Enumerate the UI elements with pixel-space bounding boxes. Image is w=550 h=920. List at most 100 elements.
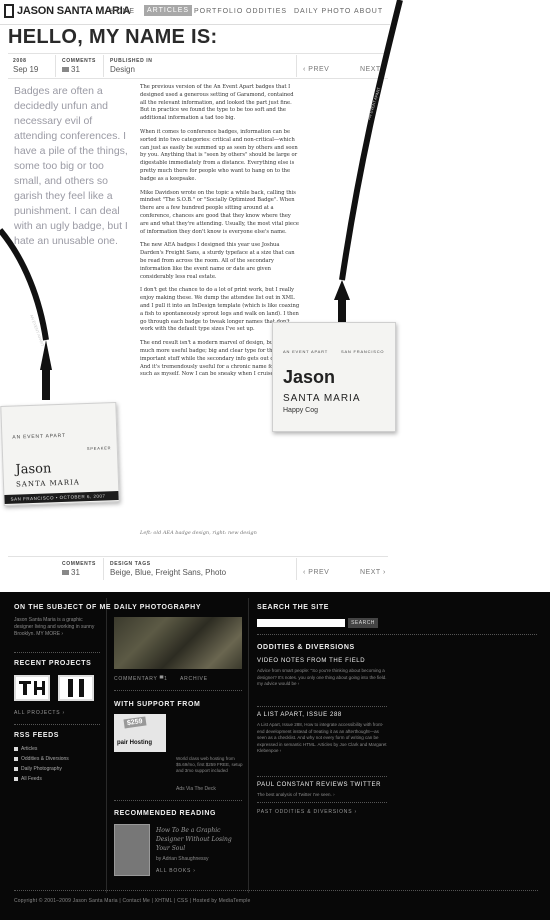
oddity-title[interactable]: PAUL CONSTANT REVIEWS TWITTER [257, 782, 381, 788]
category-link[interactable]: Design [110, 65, 135, 74]
old-badge-last-name: SANTA MARIA [15, 478, 80, 489]
oddity-text: A List Apart, Issue 288, How to integrat… [257, 722, 387, 753]
oddity-text: Advice from smart people: "So you're thi… [257, 668, 387, 686]
book-title[interactable]: How To Be a Graphic Designer Without Los… [156, 826, 242, 853]
footer-divider [257, 634, 537, 635]
new-badge-first-name: Jason [283, 367, 336, 387]
footer-divider [257, 802, 387, 803]
foot-comments-label: COMMENTS [62, 561, 96, 567]
foot-meta-divider [8, 556, 388, 557]
rss-feed-item[interactable]: Oddities & Diversions [14, 756, 69, 762]
footer-divider [257, 706, 387, 707]
nav-oddities[interactable]: ODDITIES [246, 8, 287, 15]
site-footer [0, 592, 550, 920]
new-badge-last-name: SANTA MARIA [283, 393, 361, 404]
old-badge-lanyard: AN EVENT APART [0, 228, 52, 400]
old-badge-strip: SAN FRANCISCO • OCTOBER 6, 2007 [4, 490, 119, 504]
page-title: HELLO, MY NAME IS: [8, 26, 218, 48]
new-badge-lanyard: AN EVENT APART [334, 0, 403, 324]
old-badge: AN EVENT APART SPEAKER Jason SANTA MARIA… [0, 402, 120, 506]
paragraph: When it comes to conference badges, info… [140, 128, 298, 182]
foot-next-link[interactable]: NEXT › [360, 569, 386, 576]
foot-prev-link[interactable]: ‹ PREV [303, 569, 329, 576]
search-button[interactable]: SEARCH [348, 618, 378, 628]
tags-label: DESIGN TAGS [110, 561, 151, 567]
rss-feed-item[interactable]: All Feeds [14, 776, 42, 782]
all-books-link[interactable]: ALL BOOKS › [156, 868, 196, 874]
meta-separator [103, 558, 104, 580]
search-input[interactable] [257, 619, 345, 627]
new-badge-event: AN EVENT APART [283, 349, 328, 354]
rss-feed-item[interactable]: Daily Photography [14, 766, 62, 772]
support-heading: WITH SUPPORT FROM [114, 701, 201, 708]
logo-mark-icon[interactable] [4, 4, 14, 18]
new-badge-org: Happy Cog [283, 407, 319, 414]
footer-divider [114, 690, 242, 691]
columns-logo-icon [68, 679, 84, 697]
comment-icon [62, 570, 69, 576]
subject-heading: ON THE SUBJECT OF ME [14, 604, 112, 611]
rss-icon [14, 746, 18, 751]
image-caption: Left: old AEA badge design, right: new d… [140, 530, 257, 536]
old-badge-role: SPEAKER [86, 445, 112, 452]
meta-separator [103, 55, 104, 77]
comment-count: 31 [71, 65, 80, 74]
all-projects-link[interactable]: ALL PROJECTS › [14, 710, 65, 716]
oddity-text: The best analysis of Twitter I've seen. … [257, 792, 335, 797]
published-label: PUBLISHED IN [110, 58, 153, 64]
rss-icon [14, 756, 18, 761]
foot-comment-count: 31 [71, 568, 80, 577]
rss-icon [14, 776, 18, 781]
nav-portfolio[interactable]: PORTFOLIO [194, 8, 243, 15]
footer-divider [257, 776, 387, 777]
comments-label: COMMENTS [62, 58, 96, 64]
daily-photo-image[interactable] [114, 617, 242, 669]
paragraph: The new AEA badges I designed this year … [140, 242, 295, 280]
footer-divider [14, 890, 538, 891]
commentary-link[interactable]: COMMENTARY ▀1 [114, 676, 168, 682]
nav-home[interactable]: HOME [110, 8, 135, 15]
meta-separator [296, 558, 297, 580]
comments-link[interactable]: 31 [62, 65, 80, 74]
projects-heading: RECENT PROJECTS [14, 660, 92, 667]
foot-comments-link[interactable]: 31 [62, 568, 80, 577]
subject-text: Jason Santa Maria is a graphic designer … [14, 617, 95, 637]
past-oddities-link[interactable]: PAST ODDITIES & DIVERSIONS › [257, 809, 357, 815]
book-cover-image[interactable] [114, 824, 150, 876]
copyright: Copyright © 2001–2009 Jason Santa Maria … [14, 898, 251, 904]
photo-archive-link[interactable]: ARCHIVE [180, 676, 208, 682]
paragraph: The previous version of the An Event Apa… [140, 84, 294, 122]
th-logo-icon [19, 681, 45, 695]
date-label: 2008 [13, 58, 27, 64]
tags-list[interactable]: Beige, Blue, Freight Sans, Photo [110, 568, 226, 577]
paragraph: Mike Davidson wrote on the topic a while… [140, 189, 299, 235]
old-badge-event: AN EVENT APART [12, 432, 66, 441]
sponsor-name: pair Hosting [117, 740, 153, 746]
footer-divider [114, 800, 242, 801]
nav-articles[interactable]: ARTICLES [144, 5, 193, 16]
oddity-title[interactable]: VIDEO NOTES FROM THE FIELD [257, 658, 365, 664]
rss-icon [14, 766, 18, 771]
footer-divider [14, 724, 100, 725]
footer-col-separator [248, 598, 249, 893]
new-badge-event-detail: SAN FRANCISCO [341, 349, 385, 354]
sponsor-text: World class web hosting from $5.69/mo, f… [176, 756, 243, 773]
project-thumb-columns[interactable] [58, 675, 94, 701]
footer-divider [14, 652, 100, 653]
sponsor-ad[interactable]: $259 pair Hosting [114, 714, 166, 752]
ad-via-link[interactable]: Ads Via The Deck [176, 786, 216, 793]
rss-feed-item[interactable]: Articles [14, 746, 37, 752]
old-badge-first-name: Jason [15, 461, 52, 478]
sponsor-price-badge: $259 [123, 716, 147, 729]
oddity-title[interactable]: A LIST APART, ISSUE 288 [257, 712, 342, 718]
meta-separator [55, 55, 56, 77]
comment-icon [62, 67, 69, 73]
rss-heading: RSS FEEDS [14, 732, 60, 739]
project-thumb-th[interactable] [14, 675, 50, 701]
reading-heading: RECOMMENDED READING [114, 810, 217, 817]
site-header: JASON SANTA MARIA HOME ARTICLES PORTFOLI… [0, 0, 550, 26]
new-badge: AN EVENT APART SAN FRANCISCO Jason SANTA… [272, 322, 396, 432]
footer-col-separator [106, 598, 107, 893]
post-date: Sep 19 [13, 65, 39, 74]
book-author: by Adrian Shaughnessy [156, 856, 209, 862]
